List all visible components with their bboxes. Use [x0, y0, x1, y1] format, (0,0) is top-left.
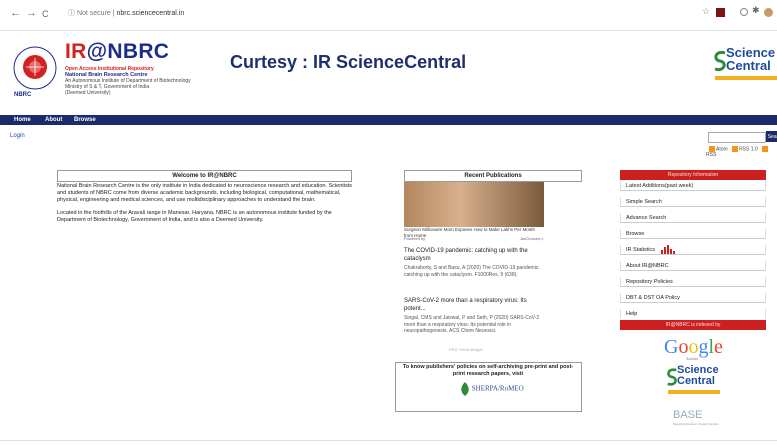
base-sub: Bielefeld Academic Search Engine	[673, 422, 719, 426]
recent-publications-title: Recent Publications	[404, 170, 582, 182]
logo-line-4: (Deemed University)	[65, 90, 111, 96]
indexed-by-header: IR@NBRC is indexed by	[620, 320, 766, 330]
base-logo[interactable]: BASE	[673, 409, 702, 421]
trend-widget-label: PDG Trend Widget	[449, 347, 483, 352]
atom-feed-link[interactable]: Atom	[716, 146, 728, 152]
sidebar-item-ir-statistics[interactable]: IR Statistics	[620, 245, 766, 255]
institute-info: Open Access Institutional Repository Nat…	[65, 66, 225, 96]
pub-2-title[interactable]: SARS-CoV-2 more than a respiratory virus…	[404, 298, 544, 313]
profile-avatar[interactable]	[764, 8, 773, 17]
google-scholar-sub: Scholar	[686, 357, 698, 361]
welcome-para-2: Located in the foothills of the Aravali …	[57, 210, 332, 223]
nav-about[interactable]: About	[45, 115, 62, 125]
search-input[interactable]	[708, 132, 766, 143]
security-indicator: ⓘ Not secure	[68, 10, 111, 17]
extension-circle-icon[interactable]	[740, 8, 748, 16]
sc2-bottom: Central	[677, 375, 715, 387]
login-link[interactable]: Login	[10, 133, 25, 139]
publication-item-2: SARS-CoV-2 more than a respiratory virus…	[404, 298, 544, 335]
pub-2-body: Singal, CMS and Jaiswal, P and Seth, P (…	[404, 315, 540, 334]
sidebar-item-about[interactable]: About IR@NBRC	[620, 261, 766, 271]
sidebar-item-help[interactable]: Help	[620, 309, 766, 319]
sidebar-item-latest[interactable]: Latest Additions(past week)	[620, 181, 766, 191]
curtesy-heading: Curtesy : IR ScienceCentral	[230, 52, 467, 72]
publication-item-1: The COVID-19 pandemic: catching up with …	[404, 248, 544, 278]
nbrc-small-label: NBRC	[14, 92, 32, 98]
url-text: nbrc.sciencecentral.in	[116, 10, 185, 17]
publisher-policy-text: To know publishers' policies on self-arc…	[402, 364, 574, 377]
sciencecentral-swirl-icon	[714, 50, 726, 72]
sciencecentral-logo: Science Central	[713, 44, 777, 86]
sidebar-item-browse[interactable]: Browse	[620, 229, 766, 239]
welcome-text: National Brain Research Centre is the on…	[57, 183, 354, 224]
welcome-para-1: National Brain Research Centre is the on…	[57, 183, 353, 203]
rss-feed-icon	[762, 146, 769, 152]
main-navbar	[0, 115, 777, 125]
sherpa-romeo-link[interactable]: SHERPA/RoMEO	[460, 382, 524, 396]
puzzle-icon[interactable]: ✱	[752, 5, 761, 15]
sub-bar	[0, 125, 777, 147]
ir-nbrc-logo-title: IR@NBRC	[65, 40, 170, 63]
feed-links: Atom RSS 1.0 RSS	[706, 146, 777, 158]
sidebar-item-policies[interactable]: Repository Policies	[620, 277, 766, 287]
ad-powered-label: Powered by	[404, 236, 426, 241]
ad-choices-link[interactable]: AdChoices ▷	[520, 236, 544, 241]
pub-1-title[interactable]: The COVID-19 pandemic: catching up with …	[404, 248, 544, 263]
atom-feed-icon	[709, 146, 715, 152]
sidebar-item-oa-policy[interactable]: DBT & DST OA Policy	[620, 293, 766, 303]
back-button[interactable]: ←	[10, 7, 21, 19]
nbrc-brain-logo-icon	[13, 46, 57, 90]
sc2-stripe	[668, 390, 720, 394]
sidebar-item-advance-search[interactable]: Advance Search	[620, 213, 766, 223]
statistics-bar-chart-icon	[660, 245, 675, 255]
ad-image[interactable]	[404, 182, 544, 227]
repository-info-header: Repository Information	[620, 170, 766, 180]
sidebar-item-simple-search[interactable]: Simple Search	[620, 197, 766, 207]
footer-divider	[0, 440, 777, 441]
sciencecentral-index-logo[interactable]: Science Central	[666, 363, 721, 403]
google-scholar-logo[interactable]: Google	[664, 336, 723, 359]
pub-1-body: Chakraborty, S and Basu, A (2020) The CO…	[404, 265, 540, 278]
forward-button[interactable]: →	[26, 7, 37, 19]
search-button[interactable]: Sear	[766, 131, 777, 142]
extension-icon[interactable]	[716, 8, 725, 17]
reload-button[interactable]: C	[42, 9, 49, 19]
address-bar[interactable]: ⓘ Not secure | nbrc.sciencecentral.in	[68, 8, 184, 18]
nav-browse[interactable]: Browse	[74, 115, 96, 125]
sc-logo-stripe	[715, 76, 777, 80]
rss-feed-link[interactable]: RSS	[706, 152, 716, 158]
nav-home[interactable]: Home	[14, 115, 31, 125]
sherpa-leaf-icon	[461, 382, 469, 396]
welcome-title: Welcome to IR@NBRC	[57, 170, 352, 182]
sc-logo-bottom: Central	[726, 58, 771, 73]
rss1-feed-link[interactable]: RSS 1.0	[739, 146, 758, 152]
star-icon[interactable]: ☆	[702, 6, 711, 16]
ad-footer: Powered by AdChoices ▷	[404, 236, 544, 241]
rss1-feed-icon	[732, 146, 739, 152]
